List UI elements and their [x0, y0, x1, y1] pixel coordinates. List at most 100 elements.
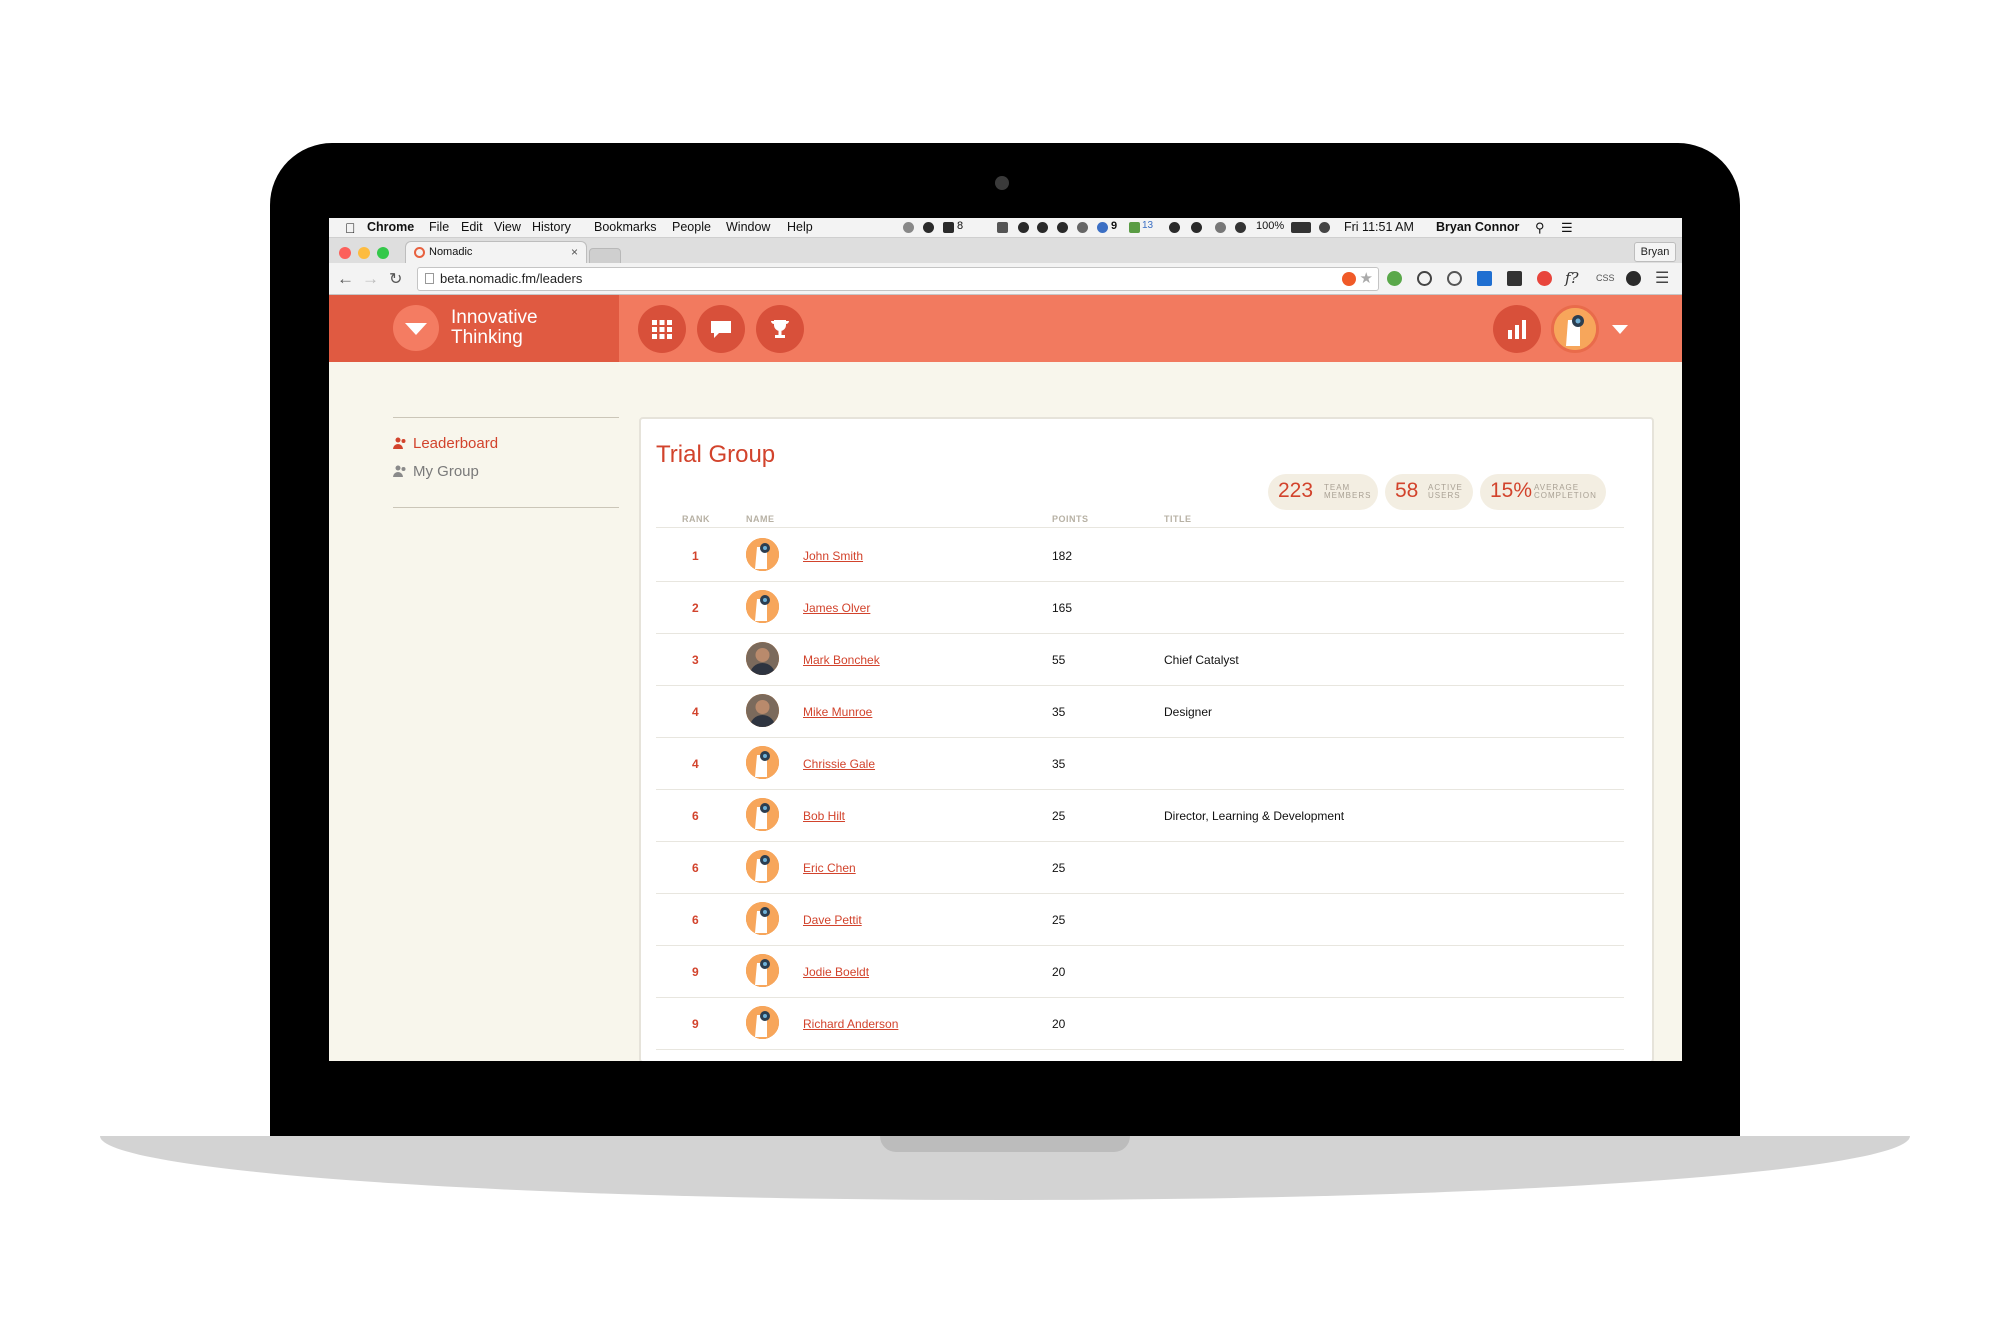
- sync-icon[interactable]: [1077, 222, 1088, 233]
- evernote-extension-icon[interactable]: [1387, 271, 1402, 286]
- brand-name[interactable]: Innovative Thinking: [451, 308, 611, 348]
- menu-file[interactable]: File: [429, 220, 449, 234]
- default-avatar-icon[interactable]: [746, 538, 779, 571]
- user-name-link[interactable]: Richard Anderson: [803, 1017, 898, 1031]
- bluetooth-icon[interactable]: [1215, 222, 1226, 233]
- rank-cell: 9: [692, 1017, 699, 1031]
- title-cell: Director, Learning & Development: [1164, 809, 1345, 823]
- user-name-link[interactable]: Jodie Boeldt: [803, 965, 869, 979]
- menu-view[interactable]: View: [494, 220, 521, 234]
- window-zoom-button[interactable]: [377, 247, 389, 259]
- volume-icon[interactable]: [1319, 222, 1330, 233]
- address-bar[interactable]: beta.nomadic.fm/leaders ★: [417, 267, 1379, 291]
- stats-button[interactable]: [1493, 305, 1541, 353]
- reload-icon[interactable]: ↻: [389, 269, 402, 289]
- menu-window[interactable]: Window: [726, 220, 770, 234]
- brand-dropdown-icon[interactable]: [393, 305, 439, 351]
- table-row: 4 Mike Munroe 35 Designer: [656, 685, 1624, 738]
- battery-icon[interactable]: [1291, 222, 1311, 233]
- user-photo[interactable]: [746, 642, 779, 675]
- creative-cloud-icon[interactable]: [1097, 222, 1108, 233]
- window-close-button[interactable]: [339, 247, 351, 259]
- info-extension-icon[interactable]: [1417, 271, 1432, 286]
- browser-tab-nomadic[interactable]: Nomadic ×: [405, 241, 587, 264]
- modules-grid-button[interactable]: [638, 305, 686, 353]
- default-avatar-icon[interactable]: [746, 902, 779, 935]
- user-name-link[interactable]: Dave Pettit: [803, 913, 862, 927]
- dropbox-icon[interactable]: [1169, 222, 1180, 233]
- tab-close-icon[interactable]: ×: [571, 245, 578, 259]
- user-name-link[interactable]: John Smith: [803, 549, 863, 563]
- css-extension-icon[interactable]: CSS: [1596, 273, 1615, 283]
- font-extension-icon[interactable]: f?: [1565, 269, 1579, 287]
- stat-value: 15%: [1490, 479, 1533, 502]
- default-avatar-icon[interactable]: [746, 954, 779, 987]
- adobe-icon[interactable]: [943, 222, 954, 233]
- vimeo-extension-icon[interactable]: [1477, 271, 1492, 286]
- account-dropdown-caret-icon[interactable]: [1612, 325, 1628, 334]
- teamviewer-icon[interactable]: [1191, 222, 1202, 233]
- column-header-points: POINTS: [1052, 514, 1089, 524]
- default-avatar-icon[interactable]: [746, 590, 779, 623]
- info-icon[interactable]: [1037, 222, 1048, 233]
- menubar-user[interactable]: Bryan Connor: [1436, 220, 1519, 234]
- notification-bell-icon[interactable]: [903, 222, 914, 233]
- user-name-link[interactable]: Mike Munroe: [803, 705, 872, 719]
- user-name-link[interactable]: Eric Chen: [803, 861, 856, 875]
- default-avatar-icon[interactable]: [746, 850, 779, 883]
- rank-cell: 6: [692, 809, 699, 823]
- window-minimize-button[interactable]: [358, 247, 370, 259]
- wifi-icon[interactable]: [1235, 222, 1246, 233]
- menu-help[interactable]: Help: [787, 220, 813, 234]
- profile-button[interactable]: Bryan: [1634, 242, 1676, 262]
- notification-center-icon[interactable]: ☰: [1561, 220, 1573, 236]
- url-text: beta.nomadic.fm/leaders: [440, 271, 583, 286]
- back-arrow-icon[interactable]: ←: [337, 269, 354, 289]
- points-cell: 35: [1052, 757, 1066, 771]
- rank-cell: 4: [692, 757, 699, 771]
- apple-menu-icon[interactable]: : [345, 220, 356, 236]
- spotlight-search-icon[interactable]: ⚲: [1535, 220, 1545, 236]
- discussion-button[interactable]: [697, 305, 745, 353]
- menu-edit[interactable]: Edit: [461, 220, 483, 234]
- table-row: 2 James Olver 165: [656, 581, 1624, 634]
- browser-menu-icon[interactable]: ☰: [1655, 268, 1669, 288]
- points-cell: 55: [1052, 653, 1066, 667]
- hat-icon[interactable]: [1057, 222, 1068, 233]
- rank-cell: 6: [692, 861, 699, 875]
- extension-badge-icon[interactable]: [1342, 272, 1356, 286]
- points-cell: 25: [1052, 913, 1066, 927]
- stat-active-users: 58 ACTIVE USERS: [1385, 474, 1473, 510]
- default-avatar-icon[interactable]: [746, 1006, 779, 1039]
- sidebar-item-leaderboard[interactable]: Leaderboard: [393, 435, 498, 452]
- tray-app-icon[interactable]: [923, 222, 934, 233]
- evernote-icon[interactable]: [1129, 222, 1140, 233]
- menu-history[interactable]: History: [532, 220, 571, 234]
- sidebar-item-my-group[interactable]: My Group: [393, 463, 479, 480]
- menu-people[interactable]: People: [672, 220, 711, 234]
- menu-app-name[interactable]: Chrome: [367, 220, 414, 234]
- dark-extension-icon[interactable]: [1626, 271, 1641, 286]
- achievements-button[interactable]: [756, 305, 804, 353]
- user-name-link[interactable]: James Olver: [803, 601, 870, 615]
- user-photo[interactable]: [746, 694, 779, 727]
- table-row: 9 Jodie Boeldt 20: [656, 945, 1624, 998]
- default-avatar-icon[interactable]: [746, 798, 779, 831]
- user-name-link[interactable]: Bob Hilt: [803, 809, 845, 823]
- default-avatar-icon[interactable]: [746, 746, 779, 779]
- user-avatar[interactable]: [1551, 305, 1599, 353]
- menubar-clock[interactable]: Fri 11:51 AM: [1344, 220, 1414, 234]
- stat-label: ACTIVE USERS: [1428, 483, 1463, 500]
- stat-average-completion: 15% AVERAGE COMPLETION: [1480, 474, 1606, 510]
- bookmark-star-icon[interactable]: ★: [1360, 269, 1373, 287]
- checkmark-icon[interactable]: [1018, 222, 1029, 233]
- menu-bookmarks[interactable]: Bookmarks: [594, 220, 657, 234]
- user-name-link[interactable]: Mark Bonchek: [803, 653, 880, 667]
- opera-extension-icon[interactable]: [1537, 271, 1552, 286]
- buffer-extension-icon[interactable]: [1507, 271, 1522, 286]
- forward-arrow-icon[interactable]: →: [362, 269, 379, 289]
- calendar-icon[interactable]: [997, 222, 1008, 233]
- sync-extension-icon[interactable]: [1447, 271, 1462, 286]
- user-name-link[interactable]: Chrissie Gale: [803, 757, 875, 771]
- browser-toolbar: ← → ↻ beta.nomadic.fm/leaders ★ f? CSS ☰: [329, 263, 1682, 295]
